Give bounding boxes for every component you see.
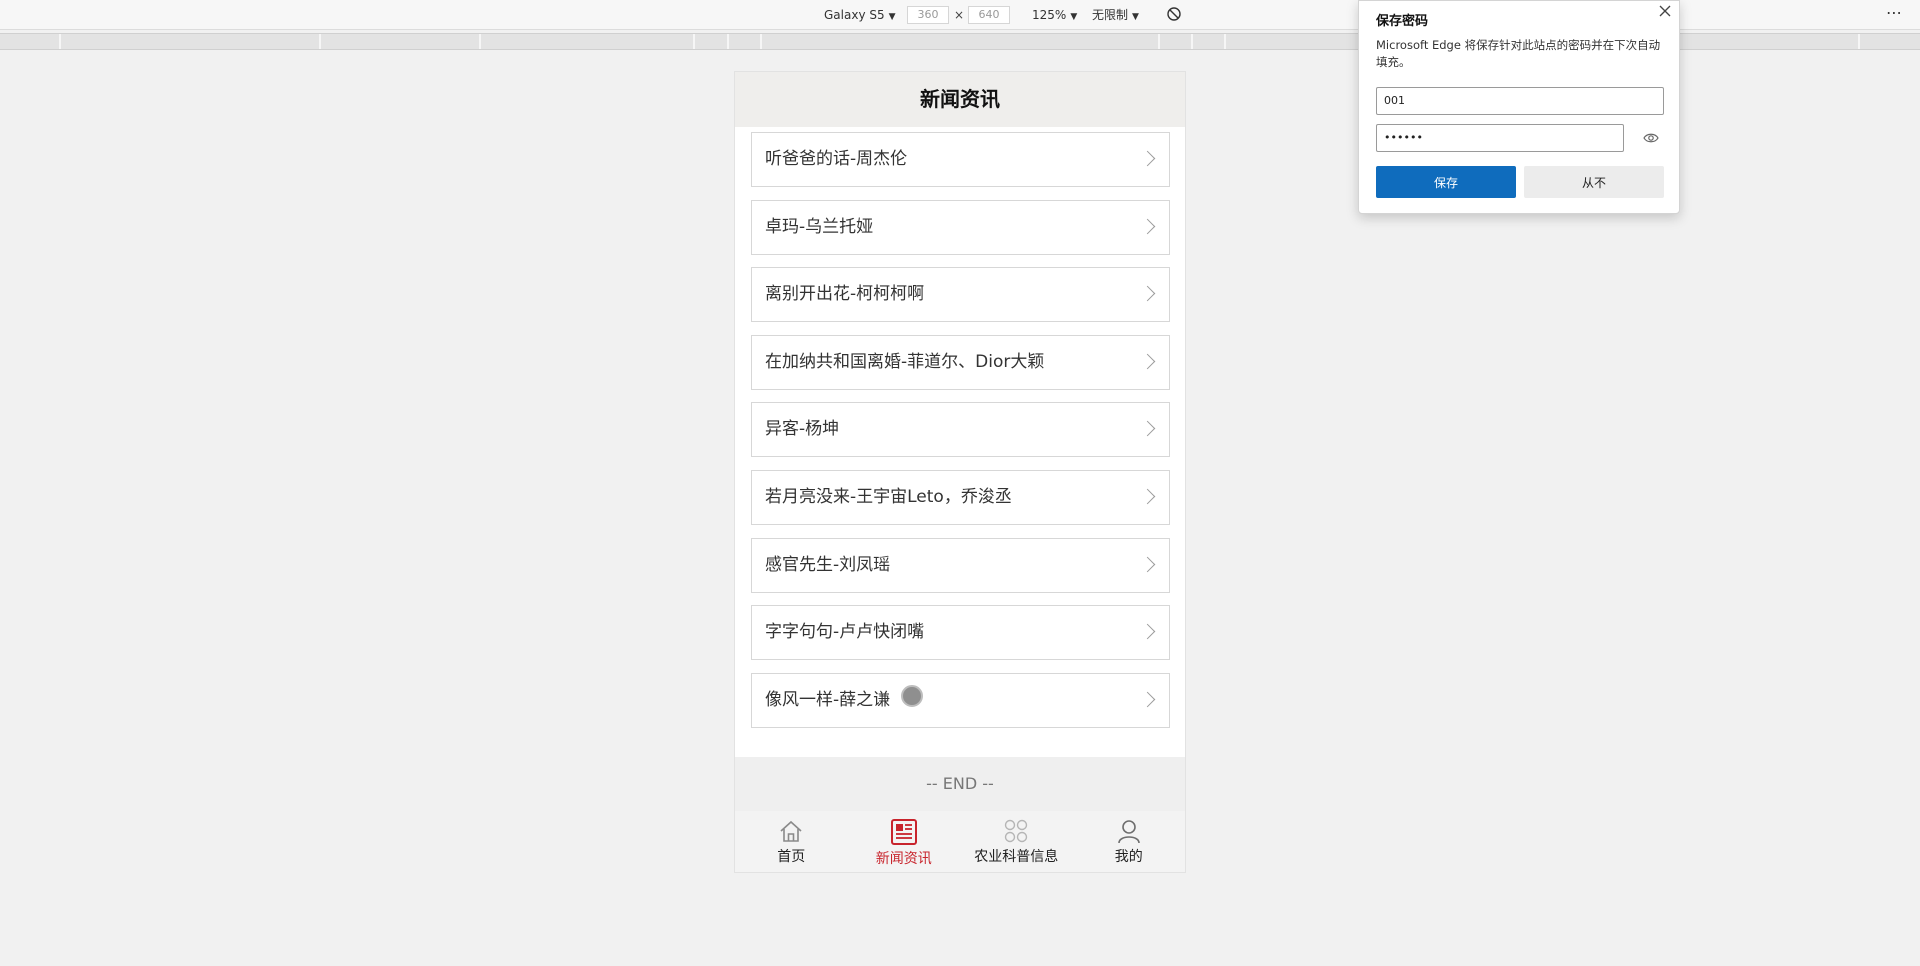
close-icon[interactable] (1657, 3, 1673, 19)
bottom-tab-bar: 首页 新闻资讯 农业科普信息 我的 (735, 811, 1186, 872)
rotate-icon[interactable] (1166, 6, 1182, 22)
news-item[interactable]: 字字句句-卢卢快闭嘴 (751, 605, 1170, 661)
media-query-segment[interactable] (695, 34, 729, 49)
news-item[interactable]: 若月亮没来-王宇宙Leto，乔浚丞 (751, 469, 1170, 525)
news-item[interactable]: 在加纳共和国离婚-菲道尔、Dior大颖 (751, 334, 1170, 390)
news-item-title: 感官先生-刘凤瑶 (765, 554, 891, 575)
media-query-segment[interactable] (1160, 34, 1193, 49)
save-button[interactable]: 保存 (1376, 166, 1516, 198)
media-query-segment[interactable] (762, 34, 1160, 49)
news-item[interactable]: 像风一样-薛之谦 (751, 672, 1170, 728)
news-item[interactable]: 离别开出花-柯柯柯啊 (751, 267, 1170, 323)
device-select[interactable]: Galaxy S5 ▼ (824, 7, 896, 23)
chevron-right-icon (1139, 150, 1156, 167)
never-button[interactable]: 从不 (1524, 166, 1664, 198)
chevron-right-icon (1139, 285, 1156, 302)
chevron-right-icon (1139, 623, 1156, 640)
tab-agri-info[interactable]: 农业科普信息 (960, 811, 1073, 872)
news-item[interactable]: 感官先生-刘凤瑶 (751, 537, 1170, 593)
password-field[interactable]: •••••• (1376, 124, 1624, 152)
home-icon (780, 820, 802, 842)
tab-news[interactable]: 新闻资讯 (848, 811, 961, 872)
tab-label: 新闻资讯 (875, 851, 932, 867)
media-query-segment[interactable] (481, 34, 695, 49)
news-item[interactable]: 卓玛-乌兰托娅 (751, 199, 1170, 255)
phone-viewport: 新闻资讯 听爸爸的话-周杰伦 卓玛-乌兰托娅 离别开出花-柯柯柯啊 在加纳共和国… (734, 71, 1186, 873)
end-of-list-text: -- END -- (735, 757, 1185, 811)
news-item-title: 在加纳共和国离婚-菲道尔、Dior大颖 (765, 351, 1045, 372)
news-item[interactable]: 异客-杨坤 (751, 402, 1170, 458)
save-password-popup: 保存密码 Microsoft Edge 将保存针对此站点的密码并在下次自动填充。… (1358, 0, 1680, 214)
zoom-value: 125% (1032, 8, 1067, 22)
chevron-right-icon (1139, 556, 1156, 572)
throttle-value: 无限制 (1092, 8, 1129, 22)
news-item-title: 像风一样-薛之谦 (765, 689, 891, 710)
media-query-segment[interactable] (1860, 34, 1920, 49)
tab-label: 首页 (777, 849, 806, 865)
touch-emulation-cursor (901, 685, 923, 707)
user-icon (1117, 820, 1140, 844)
caret-down-icon: ▼ (1070, 12, 1078, 22)
news-item-title: 异客-杨坤 (765, 419, 840, 440)
username-field[interactable]: 001 (1376, 87, 1664, 115)
chevron-right-icon (1139, 218, 1156, 234)
eye-icon[interactable] (1642, 129, 1660, 147)
tab-mine[interactable]: 我的 (1073, 811, 1186, 872)
viewport-width-input[interactable]: 360 (907, 6, 949, 24)
caret-down-icon: ▼ (1132, 12, 1139, 22)
news-item-title: 离别开出花-柯柯柯啊 (765, 284, 925, 305)
popup-description: Microsoft Edge 将保存针对此站点的密码并在下次自动填充。 (1376, 38, 1661, 69)
news-item-title: 听爸爸的话-周杰伦 (765, 149, 908, 169)
throttle-select[interactable]: 无限制 ▼ (1092, 7, 1139, 23)
tab-label: 农业科普信息 (974, 849, 1059, 865)
media-query-segment[interactable] (321, 34, 481, 49)
chevron-right-icon (1139, 488, 1156, 505)
zoom-select[interactable]: 125% ▼ (1032, 7, 1077, 23)
news-item[interactable]: 听爸爸的话-周杰伦 (751, 132, 1170, 187)
grid-icon (1005, 819, 1028, 843)
media-query-segment[interactable] (1193, 34, 1226, 49)
tab-label: 我的 (1114, 849, 1143, 865)
news-item-title: 若月亮没来-王宇宙Leto，乔浚丞 (765, 486, 1012, 507)
device-name: Galaxy S5 (824, 8, 885, 22)
media-query-segment[interactable] (729, 34, 762, 49)
chevron-right-icon (1139, 353, 1156, 370)
more-options-icon[interactable]: ⋯ (1886, 3, 1903, 22)
news-list: 听爸爸的话-周杰伦 卓玛-乌兰托娅 离别开出花-柯柯柯啊 在加纳共和国离婚-菲道… (735, 127, 1185, 728)
news-item-title: 卓玛-乌兰托娅 (765, 216, 874, 237)
dimension-separator: × (954, 8, 965, 22)
tab-home[interactable]: 首页 (735, 811, 848, 872)
media-query-segment[interactable] (61, 34, 321, 49)
popup-title: 保存密码 (1376, 14, 1429, 29)
chevron-right-icon (1139, 691, 1156, 708)
page-title: 新闻资讯 (735, 72, 1185, 127)
chevron-right-icon (1139, 421, 1156, 437)
news-icon (890, 819, 917, 845)
media-query-segment[interactable] (0, 34, 61, 49)
viewport-height-input[interactable]: 640 (968, 6, 1010, 24)
news-item-title: 字字句句-卢卢快闭嘴 (765, 622, 925, 643)
caret-down-icon: ▼ (888, 12, 896, 22)
